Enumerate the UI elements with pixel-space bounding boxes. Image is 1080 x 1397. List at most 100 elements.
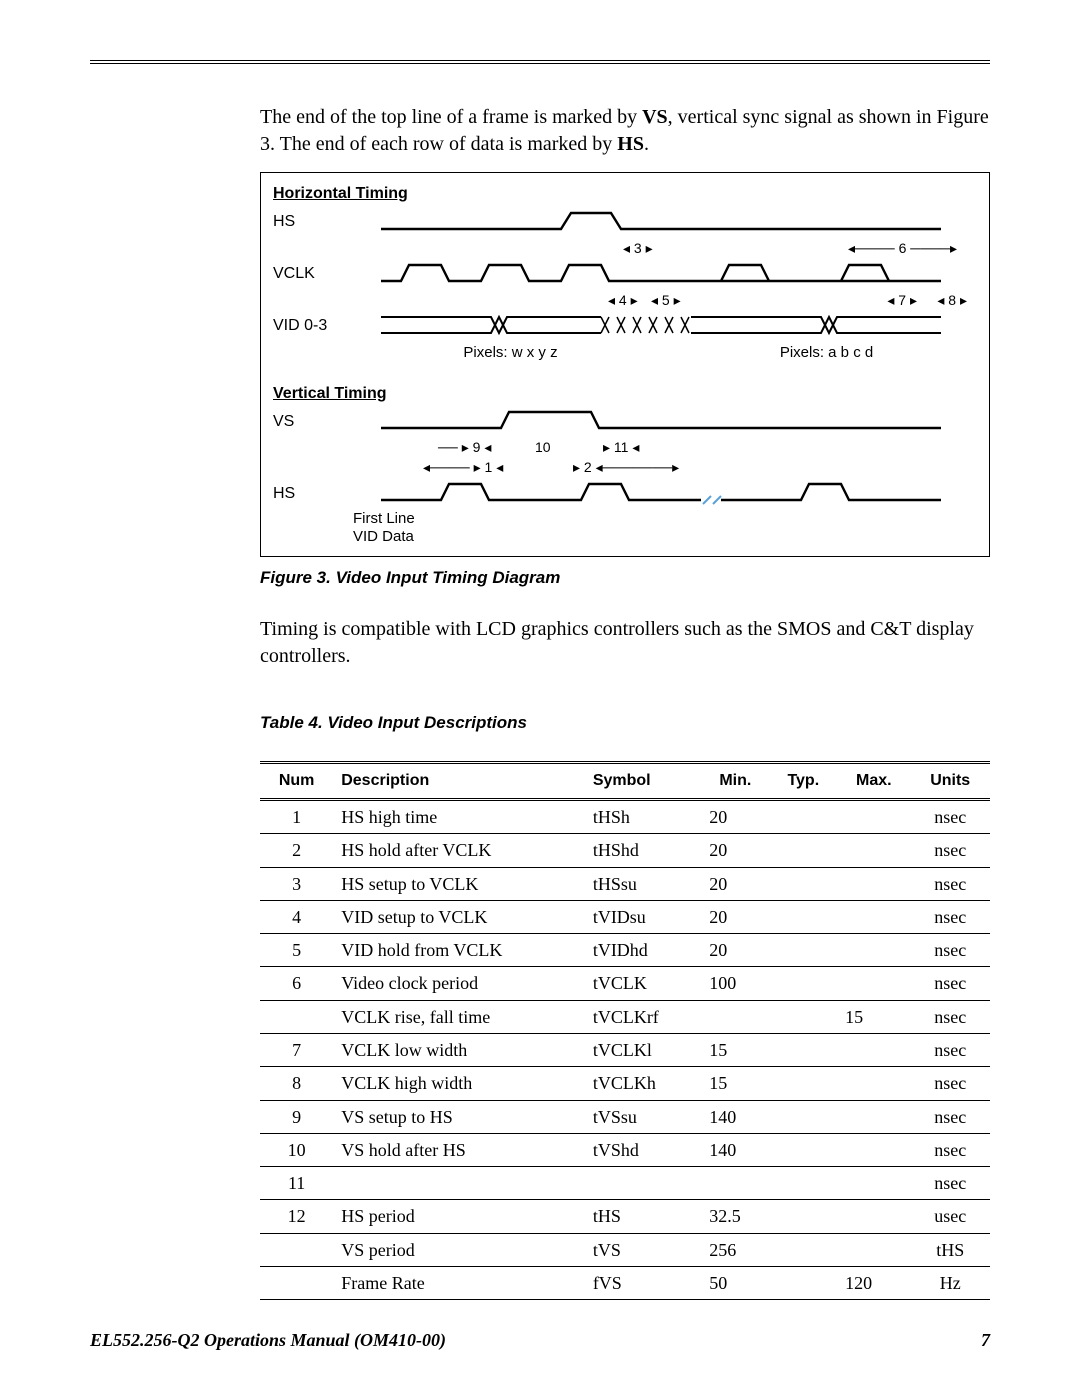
cell-min: 140	[701, 1133, 769, 1166]
table-row: 1HS high timetHSh20nsec	[260, 799, 990, 833]
table-row: 2HS hold after VCLKtHShd20nsec	[260, 834, 990, 867]
th-units: Units	[910, 763, 990, 800]
cell-min: 20	[701, 867, 769, 900]
table-row: 4VID setup to VCLKtVIDsu20nsec	[260, 900, 990, 933]
text: .	[644, 133, 649, 155]
first-line-label: First Line	[353, 510, 977, 528]
cell-units: tHS	[910, 1233, 990, 1266]
cell-min: 256	[701, 1233, 769, 1266]
cell-typ	[769, 834, 837, 867]
cell-units: usec	[910, 1200, 990, 1233]
hs-label: HS	[273, 211, 345, 233]
dim-1: ◂──── ▸ 1 ◂	[423, 458, 503, 477]
cell-desc: HS setup to VCLK	[333, 867, 585, 900]
cell-min: 20	[701, 834, 769, 867]
cell-units: nsec	[910, 867, 990, 900]
cell-sym: tHS	[585, 1200, 701, 1233]
cell-typ	[769, 1100, 837, 1133]
cell-max	[837, 900, 910, 933]
footer-page: 7	[981, 1330, 990, 1351]
cell-sym: tHSsu	[585, 867, 701, 900]
intro-paragraph: The end of the top line of a frame is ma…	[260, 104, 990, 158]
vid-label: VID 0-3	[273, 315, 345, 337]
cell-sym: tHSh	[585, 799, 701, 833]
th-min: Min.	[701, 763, 769, 800]
table-row: 3HS setup to VCLKtHSsu20 nsec	[260, 867, 990, 900]
cell-sym: tHShd	[585, 834, 701, 867]
cell-sym: tVCLKh	[585, 1067, 701, 1100]
dim-8: ◂ 8 ▸	[937, 291, 967, 310]
cell-sym	[585, 1167, 701, 1200]
cell-units: nsec	[910, 967, 990, 1000]
pixels-abcd: Pixels: a b c d	[676, 343, 977, 363]
video-input-table: Num Description Symbol Min. Typ. Max. Un…	[260, 761, 990, 1300]
table-caption: Table 4. Video Input Descriptions	[260, 712, 990, 735]
cell-num: 3	[260, 867, 333, 900]
top-rule	[90, 60, 990, 64]
cell-desc: Video clock period	[333, 967, 585, 1000]
cell-max: 120	[837, 1267, 910, 1300]
figure-caption: Figure 3. Video Input Timing Diagram	[260, 567, 990, 590]
cell-min: 15	[701, 1067, 769, 1100]
cell-num: 4	[260, 900, 333, 933]
table-row: 10VS hold after HStVShd140nsec	[260, 1133, 990, 1166]
cell-sym: fVS	[585, 1267, 701, 1300]
cell-desc: VS hold after HS	[333, 1133, 585, 1166]
cell-num	[260, 1267, 333, 1300]
table-row: 11nsec	[260, 1167, 990, 1200]
cell-desc: VID hold from VCLK	[333, 934, 585, 967]
cell-units: Hz	[910, 1267, 990, 1300]
cell-units: nsec	[910, 799, 990, 833]
cell-min	[701, 1167, 769, 1200]
cell-desc: VS setup to HS	[333, 1100, 585, 1133]
cell-desc: Frame Rate	[333, 1267, 585, 1300]
cell-units: nsec	[910, 1000, 990, 1033]
cell-max	[837, 1033, 910, 1066]
cell-min	[701, 1000, 769, 1033]
dim-5: ◂ 5 ▸	[651, 291, 681, 310]
vclk-label: VCLK	[273, 263, 345, 285]
cell-typ	[769, 934, 837, 967]
cell-num: 5	[260, 934, 333, 967]
dim-11: ▸ 11 ◂	[603, 438, 639, 457]
cell-sym: tVShd	[585, 1133, 701, 1166]
cell-typ	[769, 1167, 837, 1200]
table-row: Frame RatefVS50120Hz	[260, 1267, 990, 1300]
cell-num: 2	[260, 834, 333, 867]
cell-sym: tVIDsu	[585, 900, 701, 933]
vs-label: VS	[273, 411, 345, 433]
cell-typ	[769, 900, 837, 933]
dim-6: ◂──── 6 ────▸	[848, 239, 957, 258]
cell-typ	[769, 1267, 837, 1300]
dim-3: ◂ 3 ▸	[623, 239, 653, 258]
th-sym: Symbol	[585, 763, 701, 800]
cell-sym: tVIDhd	[585, 934, 701, 967]
hs2-waveform	[345, 480, 977, 506]
cell-typ	[769, 1000, 837, 1033]
cell-units: nsec	[910, 1100, 990, 1133]
cell-sym: tVS	[585, 1233, 701, 1266]
dim-7: ◂ 7 ▸	[887, 291, 917, 310]
cell-max	[837, 934, 910, 967]
cell-max: 15	[837, 1000, 910, 1033]
cell-desc: HS hold after VCLK	[333, 834, 585, 867]
text: The end of the top line of a frame is ma…	[260, 106, 642, 128]
cell-units: nsec	[910, 934, 990, 967]
cell-num: 10	[260, 1133, 333, 1166]
cell-num: 9	[260, 1100, 333, 1133]
table-row: 8VCLK high widthtVCLKh15nsec	[260, 1067, 990, 1100]
horizontal-timing-heading: Horizontal Timing	[273, 183, 977, 205]
cell-sym: tVSsu	[585, 1100, 701, 1133]
cell-num	[260, 1000, 333, 1033]
table-row: 7VCLK low widthtVCLKl15nsec	[260, 1033, 990, 1066]
table-row: 9VS setup to HStVSsu140nsec	[260, 1100, 990, 1133]
cell-typ	[769, 967, 837, 1000]
cell-max	[837, 1067, 910, 1100]
cell-max	[837, 799, 910, 833]
cell-desc: VS period	[333, 1233, 585, 1266]
th-max: Max.	[837, 763, 910, 800]
cell-max	[837, 867, 910, 900]
table-row: VCLK rise, fall timetVCLKrf15nsec	[260, 1000, 990, 1033]
cell-max	[837, 1133, 910, 1166]
cell-desc: HS high time	[333, 799, 585, 833]
